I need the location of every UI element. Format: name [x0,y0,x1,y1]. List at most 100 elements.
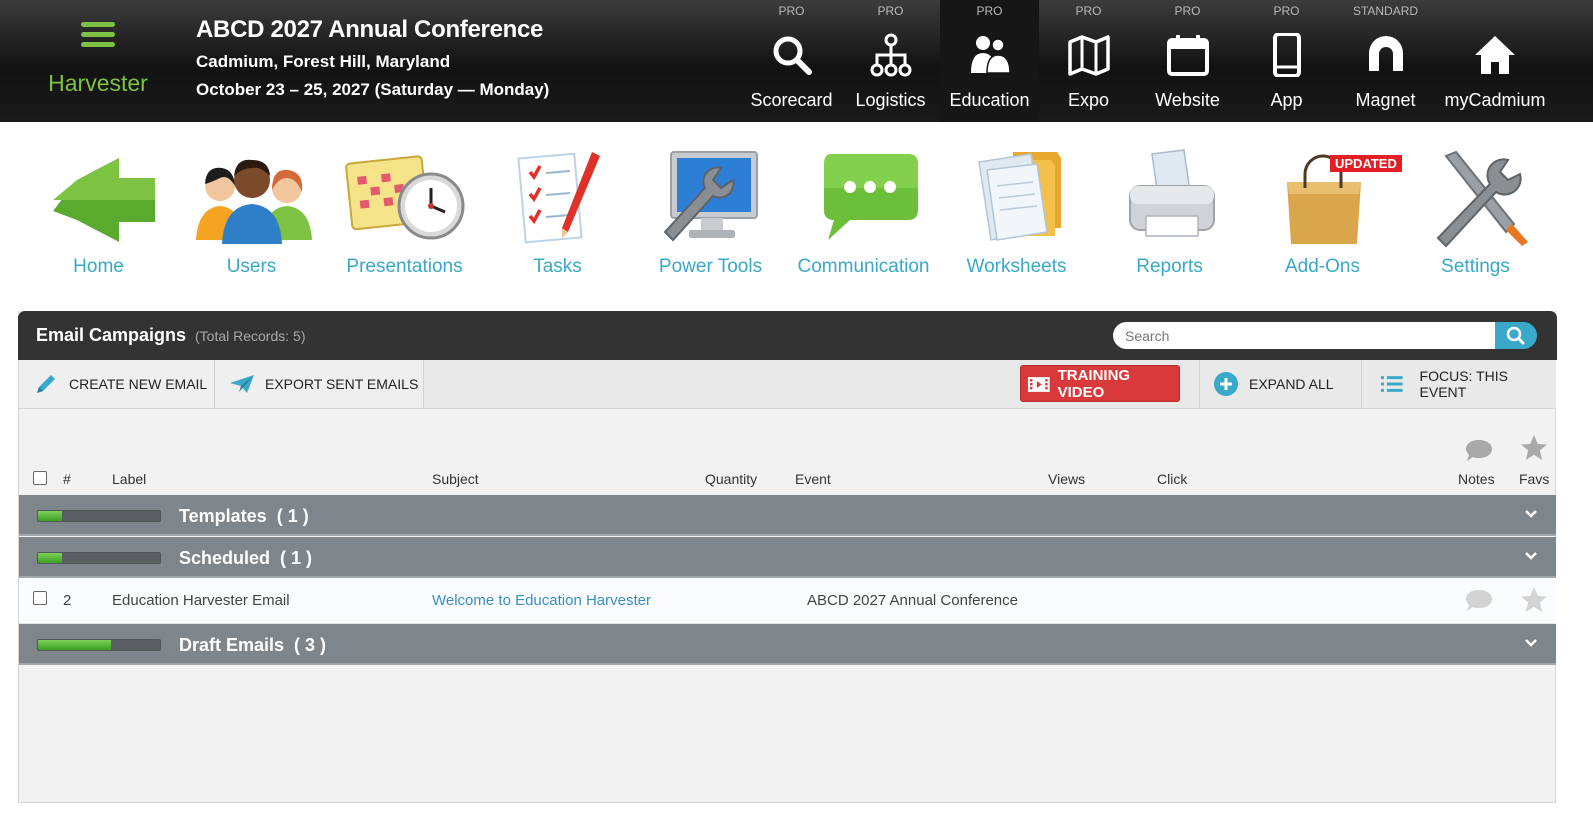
event-title: ABCD 2027 Annual Conference [196,16,544,43]
event-dates: October 23 – 25, 2027 (Saturday — Monday… [196,80,550,99]
column-click[interactable]: Click [1157,471,1187,487]
create-new-email-label: CREATE NEW EMAIL [69,376,208,392]
speech-bubble-icon [823,154,918,240]
notes-icon[interactable] [1465,588,1493,612]
module-tier: STANDARD [1352,4,1419,18]
module-tier: PRO [778,4,805,18]
row-label: Education Harvester Email [112,592,290,609]
module-tier: PRO [976,4,1003,18]
phone-icon [1272,33,1301,77]
nav-label: Tasks [533,256,582,277]
group-count: ( 1 ) [276,506,309,526]
module-label: Magnet [1355,90,1416,110]
column-notes: Notes [1458,471,1495,487]
search-button[interactable] [1495,322,1537,349]
nav-presentations[interactable]: Presentations [328,148,481,288]
module-label: myCadmium [1444,90,1546,110]
module-tier: PRO [1075,4,1102,18]
group-name: Scheduled [179,548,271,568]
row-checkbox[interactable] [33,591,47,605]
hamburger-menu-icon[interactable] [81,22,115,47]
panel-header: Email Campaigns (Total Records: 5) [18,311,1557,360]
feature-nav: Home Users Presentations Tasks Power Too… [22,148,1552,288]
row-number: 2 [63,592,72,609]
column-views[interactable]: Views [1048,471,1085,487]
module-label: Website [1155,90,1220,110]
module-nav: PRO Scorecard PRO Logistics PRO Educatio… [742,0,1555,122]
module-expo[interactable]: PRO Expo [1039,0,1138,122]
checklist-icon [516,152,600,244]
paper-plane-icon [230,375,254,393]
app-name[interactable]: Harvester [0,70,196,97]
nav-label: Reports [1136,256,1203,277]
group-draft-emails[interactable]: Draft Emails ( 3 ) [19,624,1556,665]
create-new-email-button[interactable]: CREATE NEW EMAIL [19,360,215,408]
group-label: Scheduled ( 1 ) [179,548,312,569]
people-icon [970,36,1011,74]
module-logistics[interactable]: PRO Logistics [841,0,940,122]
nav-reports[interactable]: Reports [1093,148,1246,288]
nav-communication[interactable]: Communication [787,148,940,288]
search-input[interactable] [1113,322,1495,349]
column-label[interactable]: Label [112,471,146,487]
column-event[interactable]: Event [795,471,831,487]
group-label: Templates ( 1 ) [179,506,309,527]
chevron-down-icon[interactable] [1524,507,1538,521]
training-video-button[interactable]: TRAINING VIDEO [1020,365,1180,402]
nav-add-ons[interactable]: UPDATED Add-Ons [1246,148,1402,288]
chevron-down-icon[interactable] [1524,636,1538,650]
module-label: Scorecard [750,90,833,110]
module-scorecard[interactable]: PRO Scorecard [742,0,841,122]
event-location: Cadmium, Forest Hill, Maryland [196,52,451,71]
module-magnet[interactable]: STANDARD Magnet [1336,0,1435,122]
group-name: Draft Emails [179,635,285,655]
nav-users[interactable]: Users [175,148,328,288]
list-icon [1380,376,1403,392]
nav-power-tools[interactable]: Power Tools [634,148,787,288]
notes-header-icon [1466,440,1492,461]
module-education[interactable]: PRO Education [940,0,1039,122]
focus-this-event-label: FOCUS: THIS EVENT [1419,368,1508,400]
chevron-down-icon[interactable] [1524,549,1538,563]
progress-fill [38,553,63,563]
export-sent-emails-button[interactable]: EXPORT SENT EMAILS [215,360,424,408]
search-icon [773,36,812,75]
group-label: Draft Emails ( 3 ) [179,635,326,656]
favorite-star-icon[interactable] [1520,586,1548,614]
column-subject[interactable]: Subject [432,471,479,487]
tools-icon [1436,150,1528,248]
select-all-checkbox[interactable] [33,471,47,485]
module-website[interactable]: PRO Website [1138,0,1237,122]
row-subject-link[interactable]: Welcome to Education Harvester [432,592,651,609]
home-icon [1475,36,1515,74]
brand-menu[interactable]: Harvester [0,0,196,122]
monitor-wrench-icon [663,151,758,242]
map-icon [1067,35,1110,76]
favs-header-icon [1521,435,1547,460]
nav-worksheets[interactable]: Worksheets [940,148,1093,288]
module-label: Logistics [855,90,926,110]
column-quantity[interactable]: Quantity [705,471,757,487]
progress-fill [38,511,63,521]
nav-tasks[interactable]: Tasks [481,148,634,288]
nav-label: Settings [1441,256,1510,277]
expand-all-button[interactable]: EXPAND ALL [1199,360,1362,408]
pencil-icon [37,375,55,393]
module-tier: PRO [1174,4,1201,18]
table-row[interactable]: 2 Education Harvester Email Welcome to E… [19,578,1556,624]
module-label: Expo [1067,90,1110,110]
nav-label: Users [226,256,277,277]
module-app[interactable]: PRO App [1237,0,1336,122]
group-scheduled[interactable]: Scheduled ( 1 ) [19,537,1556,578]
nav-home[interactable]: Home [22,148,175,288]
module-mycadmium[interactable]: myCadmium [1435,0,1555,122]
users-icon [195,159,312,244]
nav-settings[interactable]: Settings [1399,148,1552,288]
nav-label: Communication [797,256,930,277]
focus-this-event-button[interactable]: FOCUS: THIS EVENT [1362,360,1556,408]
module-label: App [1270,90,1303,110]
search-icon [1506,326,1525,345]
folders-icon [977,152,1061,241]
calendar-icon [1166,35,1209,76]
group-templates[interactable]: Templates ( 1 ) [19,495,1556,536]
